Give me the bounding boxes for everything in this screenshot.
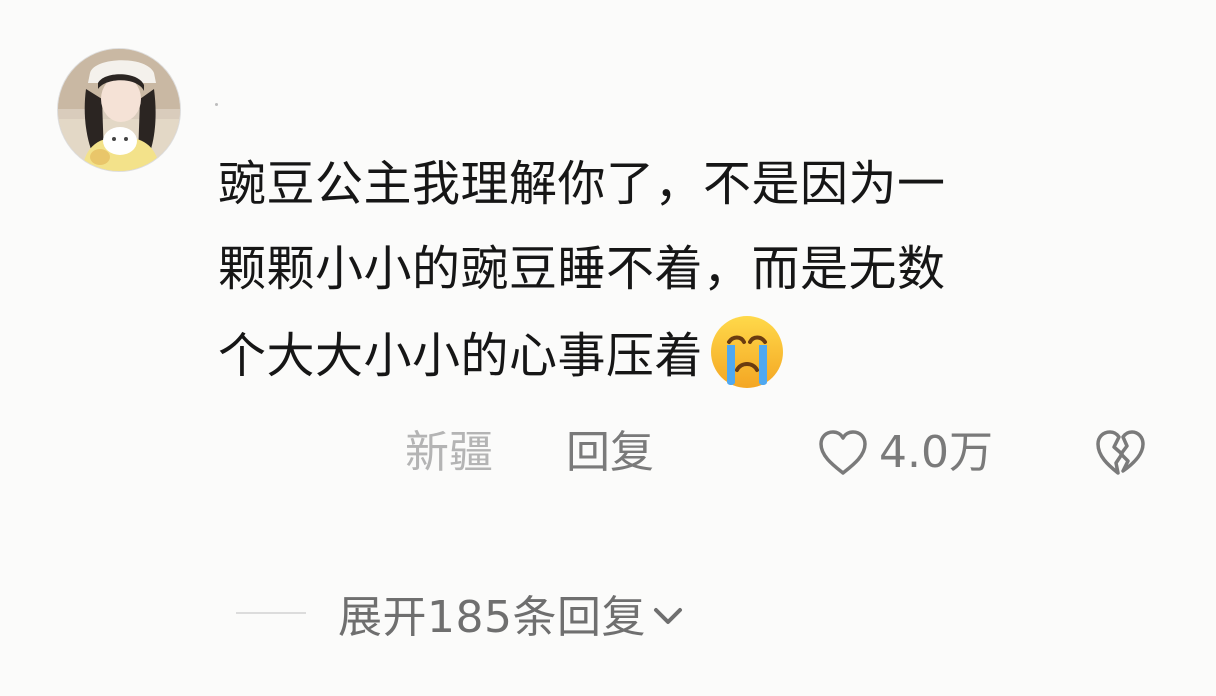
comment-region: 新疆: [405, 427, 493, 478]
comment-line: 豌豆公主我理解你了，不是因为一: [218, 156, 946, 212]
decorative-dot: [215, 103, 218, 106]
chevron-down-icon: [653, 608, 682, 624]
dislike-button[interactable]: [1092, 418, 1148, 488]
comment-line-text: 个大大小小的心事压着: [218, 328, 704, 384]
broken-heart-icon: [1096, 430, 1145, 475]
crying-face-emoji: [711, 316, 784, 388]
avatar[interactable]: [57, 48, 181, 172]
reply-button[interactable]: 回复: [566, 418, 654, 488]
heart-outline-icon: [819, 430, 867, 475]
comment-line: 个大大小小的心事压着: [218, 312, 1138, 399]
comment-line: 颗颗小小的豌豆睡不着，而是无数: [218, 241, 946, 297]
divider-line: [236, 612, 306, 614]
expand-replies-button[interactable]: 展开185条回复: [236, 578, 688, 648]
avatar-image: [58, 49, 180, 171]
comment-text: 豌豆公主我理解你了，不是因为一 颗颗小小的豌豆睡不着，而是无数 个大大小小的心事…: [218, 142, 1138, 399]
like-count: 4.0万: [879, 427, 993, 478]
expand-replies-label: 展开185条回复: [338, 592, 646, 643]
like-button[interactable]: 4.0万: [815, 418, 993, 488]
